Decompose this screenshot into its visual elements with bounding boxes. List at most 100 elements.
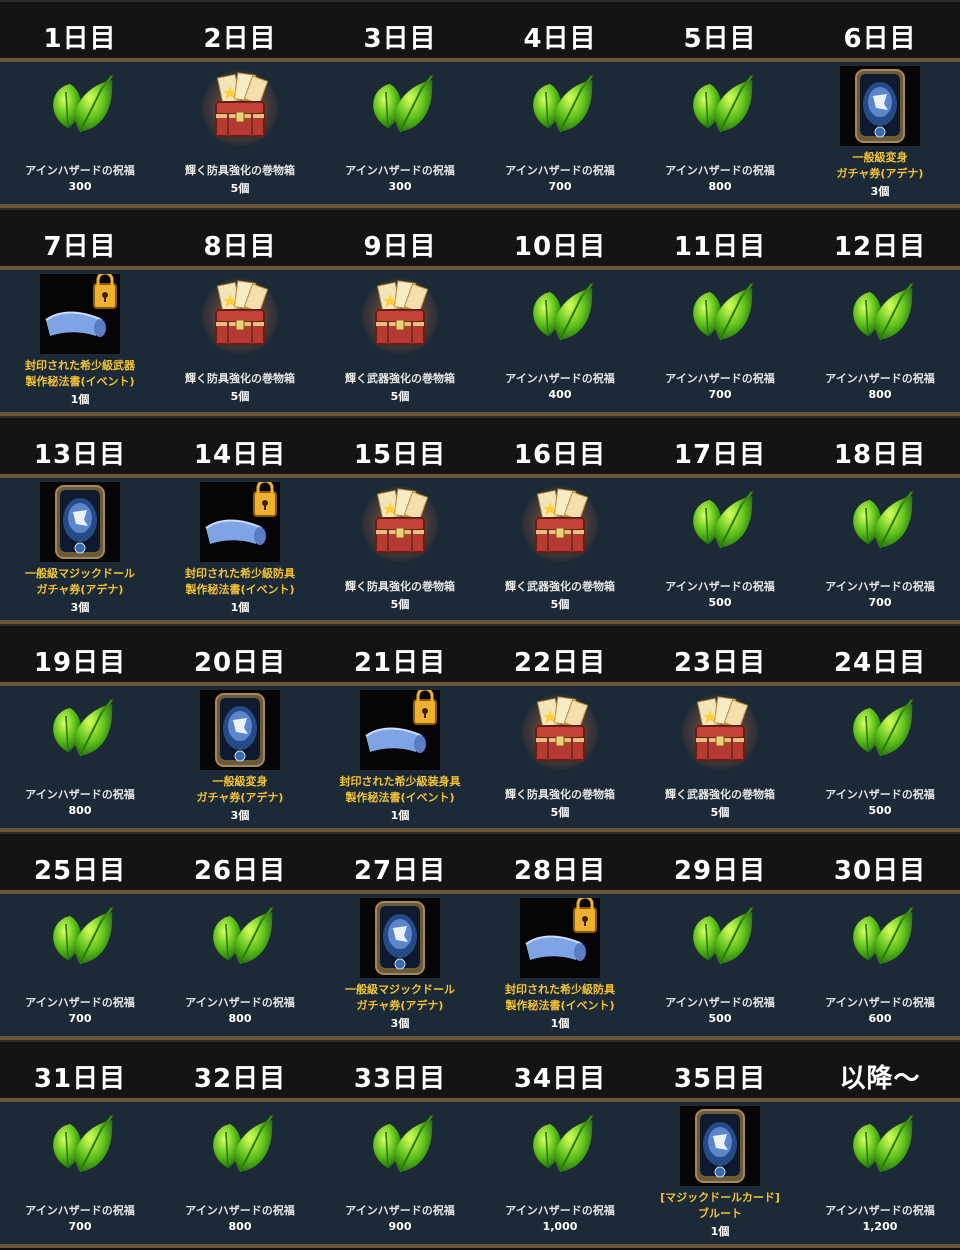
reward-cell: 以降～ アインハザードの祝福 1,200	[800, 1040, 960, 1248]
leaf-icon	[840, 1106, 920, 1186]
reward-name: 製作秘法書(イベント)	[185, 583, 295, 596]
reward-quantity: 800	[228, 1220, 252, 1233]
reward-name: アインハザードの祝福	[25, 1204, 135, 1217]
reward-cell: 25日目 アインハザードの祝福 700	[0, 832, 160, 1040]
day-label: 30日目	[833, 856, 927, 886]
leaf-icon	[40, 1106, 120, 1186]
day-label: 4日目	[523, 24, 597, 54]
chest-icon	[360, 482, 440, 562]
reward-cell: 6日目 一般級変身 ガチャ券(アデナ) 3個	[800, 0, 960, 208]
reward-quantity: 5個	[710, 806, 730, 819]
day-label: 34日目	[513, 1064, 607, 1094]
reward-name: 製作秘法書(イベント)	[25, 375, 135, 388]
reward-quantity: 5個	[550, 598, 570, 611]
leaf-icon	[200, 898, 280, 978]
reward-quantity: 3個	[390, 1017, 410, 1030]
reward-quantity: 5個	[550, 806, 570, 819]
day-label: 24日目	[833, 648, 927, 678]
reward-cell: 17日目 アインハザードの祝福 500	[640, 416, 800, 624]
leaf-icon	[40, 690, 120, 770]
reward-row: 19日目 アインハザードの祝福 800 20日目 一般級変身 ガチャ券(アデナ) 3個 2…	[0, 624, 960, 832]
reward-quantity: 400	[548, 388, 572, 401]
card-icon	[360, 898, 440, 978]
reward-quantity: 1個	[710, 1225, 730, 1238]
day-label: 16日目	[513, 440, 607, 470]
reward-cell: 13日目 一般級マジックドール ガチャ券(アデナ) 3個	[0, 416, 160, 624]
day-label: 15日目	[353, 440, 447, 470]
reward-name: 製作秘法書(イベント)	[505, 999, 615, 1012]
reward-quantity: 1,200	[862, 1220, 898, 1233]
reward-name: アインハザードの祝福	[825, 580, 935, 593]
reward-name: ガチャ券(アデナ)	[196, 791, 284, 804]
reward-quantity: 3個	[70, 601, 90, 614]
day-label: 7日目	[43, 232, 117, 262]
chest-icon	[520, 690, 600, 770]
card-icon	[200, 690, 280, 770]
day-label: 21日目	[353, 648, 447, 678]
reward-name: アインハザードの祝福	[185, 996, 295, 1009]
reward-cell: 31日目 アインハザードの祝福 700	[0, 1040, 160, 1248]
reward-name: 封印された希少級防具	[505, 983, 615, 996]
reward-quantity: 700	[68, 1220, 92, 1233]
reward-cell: 10日目 アインハザードの祝福 400	[480, 208, 640, 416]
leaf-icon	[680, 274, 760, 354]
reward-name: アインハザードの祝福	[25, 788, 135, 801]
reward-name: アインハザードの祝福	[825, 1204, 935, 1217]
scroll-lock-icon	[200, 479, 280, 562]
login-reward-calendar: 1日目 アインハザードの祝福 300 2日目 輝く防具強化の巻物箱 5個 3日目	[0, 0, 960, 1250]
day-label: 13日目	[33, 440, 127, 470]
reward-quantity: 1,000	[542, 1220, 578, 1233]
reward-cell: 23日目 輝く武器強化の巻物箱 5個	[640, 624, 800, 832]
reward-cell: 9日目 輝く武器強化の巻物箱 5個	[320, 208, 480, 416]
day-label: 14日目	[193, 440, 287, 470]
day-label: 18日目	[833, 440, 927, 470]
leaf-icon	[200, 1106, 280, 1186]
reward-cell: 21日目 封印された希少級装身具 製作秘法書(イベント) 1個	[320, 624, 480, 832]
day-label: 11日目	[673, 232, 767, 262]
day-label: 32日目	[193, 1064, 287, 1094]
reward-cell: 15日目 輝く防具強化の巻物箱 5個	[320, 416, 480, 624]
card-icon	[680, 1106, 760, 1186]
reward-cell: 35日目 [マジックドールカード] ブルート 1個	[640, 1040, 800, 1248]
reward-name: アインハザードの祝福	[665, 580, 775, 593]
reward-name: 輝く防具強化の巻物箱	[345, 580, 455, 593]
reward-name: アインハザードの祝福	[665, 996, 775, 1009]
reward-name: 一般級マジックドール	[25, 567, 135, 580]
reward-name: 輝く武器強化の巻物箱	[665, 788, 775, 801]
reward-quantity: 5個	[390, 390, 410, 403]
reward-quantity: 800	[228, 1012, 252, 1025]
leaf-icon	[840, 482, 920, 562]
reward-quantity: 1個	[550, 1017, 570, 1030]
reward-quantity: 5個	[230, 182, 250, 195]
reward-cell: 7日目 封印された希少級武器 製作秘法書(イベント) 1個	[0, 208, 160, 416]
reward-name: アインハザードの祝福	[345, 164, 455, 177]
day-label: 19日目	[33, 648, 127, 678]
reward-quantity: 1個	[390, 809, 410, 822]
reward-name: 封印された希少級武器	[25, 359, 135, 372]
chest-icon	[360, 274, 440, 354]
reward-cell: 32日目 アインハザードの祝福 800	[160, 1040, 320, 1248]
reward-cell: 5日目 アインハザードの祝福 800	[640, 0, 800, 208]
reward-name: 輝く防具強化の巻物箱	[185, 164, 295, 177]
reward-quantity: 700	[548, 180, 572, 193]
reward-quantity: 800	[68, 804, 92, 817]
reward-name: アインハザードの祝福	[825, 372, 935, 385]
reward-name: 一般級変身	[212, 775, 268, 788]
reward-row: 7日目 封印された希少級武器 製作秘法書(イベント) 1個 8日目 輝く防具強化の巻物…	[0, 208, 960, 416]
reward-name: 輝く武器強化の巻物箱	[345, 372, 455, 385]
day-label: 2日目	[203, 24, 277, 54]
reward-cell: 26日目 アインハザードの祝福 800	[160, 832, 320, 1040]
card-icon	[40, 482, 120, 562]
day-label: 29日目	[673, 856, 767, 886]
card-icon	[840, 66, 920, 146]
reward-row: 25日目 アインハザードの祝福 700 26日目 アインハザードの祝福 800 27日目…	[0, 832, 960, 1040]
reward-name: アインハザードの祝福	[505, 164, 615, 177]
reward-name: ガチャ券(アデナ)	[356, 999, 444, 1012]
reward-quantity: 500	[708, 1012, 732, 1025]
reward-name: アインハザードの祝福	[825, 788, 935, 801]
reward-quantity: 3個	[870, 185, 890, 198]
reward-cell: 2日目 輝く防具強化の巻物箱 5個	[160, 0, 320, 208]
reward-quantity: 700	[868, 596, 892, 609]
leaf-icon	[360, 1106, 440, 1186]
reward-quantity: 5個	[390, 598, 410, 611]
